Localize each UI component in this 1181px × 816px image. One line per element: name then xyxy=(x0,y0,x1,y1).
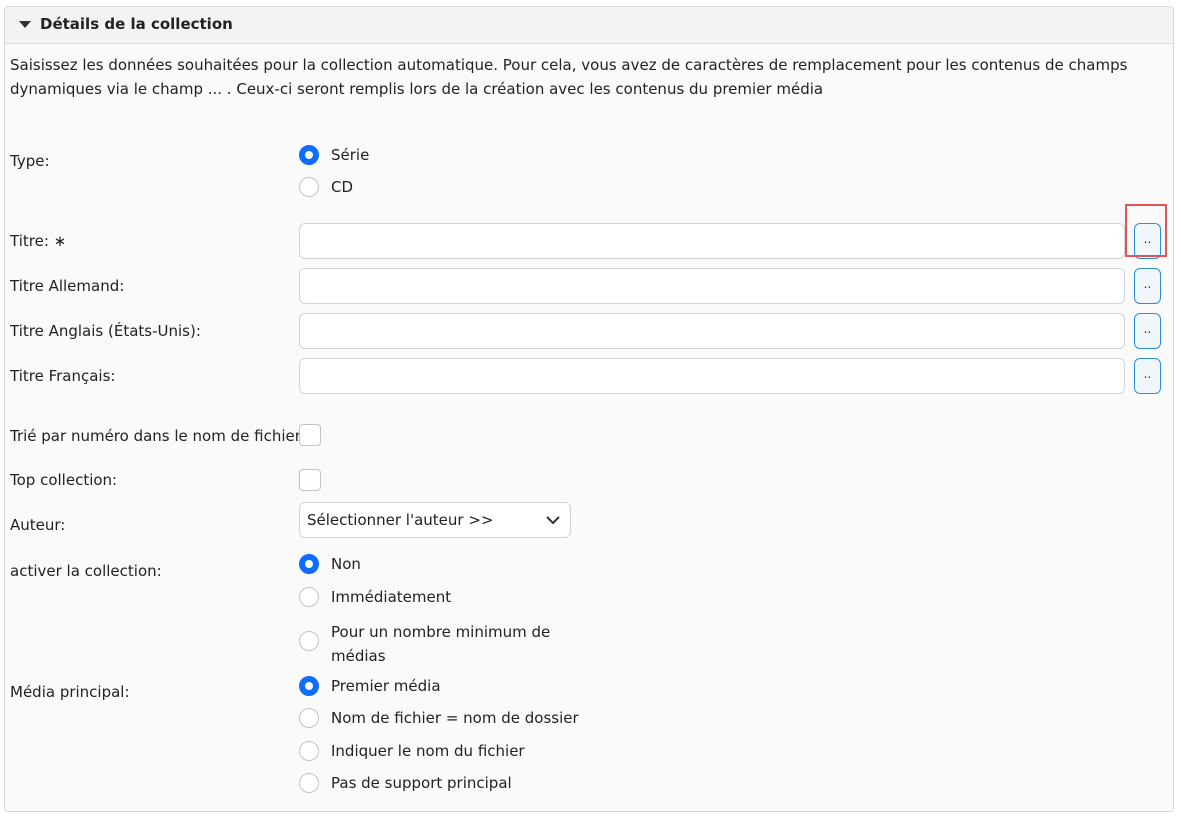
radio-button[interactable] xyxy=(299,741,319,761)
activate-option-immediate[interactable]: Immédiatement xyxy=(299,587,452,609)
title-en-input[interactable] xyxy=(299,313,1125,349)
radio-button[interactable] xyxy=(299,587,319,607)
panel-header[interactable]: Détails de la collection xyxy=(5,7,1173,44)
title-fr-placeholder-button[interactable]: .. xyxy=(1134,358,1161,394)
radio-button[interactable] xyxy=(299,773,319,793)
type-option-cd[interactable]: CD xyxy=(299,177,354,199)
radio-button[interactable] xyxy=(299,554,319,574)
radio-button[interactable] xyxy=(299,177,319,197)
title-de-placeholder-button[interactable]: .. xyxy=(1134,268,1161,304)
title-fr-label: Titre Français: xyxy=(10,367,116,385)
type-label: Type: xyxy=(10,152,50,170)
radio-button[interactable] xyxy=(299,145,319,165)
title-input[interactable] xyxy=(299,223,1125,259)
radio-label-line: Pour un nombre minimum de xyxy=(331,623,551,641)
title-de-input[interactable] xyxy=(299,268,1125,304)
title-label: Titre: ∗ xyxy=(10,232,67,250)
caret-down-icon[interactable] xyxy=(19,21,31,28)
type-option-serie[interactable]: Série xyxy=(299,145,370,167)
activate-label: activer la collection: xyxy=(10,562,162,580)
activate-option-minimum[interactable]: Pour un nombre minimum de médias xyxy=(299,623,550,668)
title-de-label: Titre Allemand: xyxy=(10,277,125,295)
radio-label: Nom de fichier = nom de dossier xyxy=(331,709,579,727)
radio-label-line: médias xyxy=(331,647,386,665)
author-select-value: Sélectionner l'auteur >> xyxy=(307,511,494,529)
radio-button[interactable] xyxy=(299,676,319,696)
media-option-none[interactable]: Pas de support principal xyxy=(299,773,512,795)
radio-label: CD xyxy=(331,178,354,196)
radio-label: Non xyxy=(331,555,361,573)
panel-description: Saisissez les données souhaitées pour la… xyxy=(10,56,1128,98)
radio-button[interactable] xyxy=(299,708,319,728)
media-option-filename-folder[interactable]: Nom de fichier = nom de dossier xyxy=(299,708,579,730)
media-label: Média principal: xyxy=(10,683,130,701)
title-fr-input[interactable] xyxy=(299,358,1125,394)
author-select[interactable]: Sélectionner l'auteur >> xyxy=(299,502,571,538)
panel-title: Détails de la collection xyxy=(40,15,233,33)
radio-label: Immédiatement xyxy=(331,588,452,606)
media-option-specify-filename[interactable]: Indiquer le nom du fichier xyxy=(299,741,525,763)
highlight-box xyxy=(1125,204,1167,257)
radio-label: Indiquer le nom du fichier xyxy=(331,742,525,760)
activate-option-non[interactable]: Non xyxy=(299,554,361,576)
collection-details-panel: Détails de la collection xyxy=(4,6,1174,812)
top-collection-checkbox[interactable] xyxy=(299,469,321,491)
radio-label: Premier média xyxy=(331,677,441,695)
title-en-placeholder-button[interactable]: .. xyxy=(1134,313,1161,349)
media-option-first[interactable]: Premier média xyxy=(299,676,441,698)
top-collection-label: Top collection: xyxy=(10,471,118,489)
sorted-label: Trié par numéro dans le nom de fichier: xyxy=(10,427,306,445)
radio-label: Série xyxy=(331,146,370,164)
title-en-label: Titre Anglais (États-Unis): xyxy=(10,322,201,340)
chevron-down-icon xyxy=(546,516,560,525)
radio-button[interactable] xyxy=(299,631,319,651)
sorted-checkbox[interactable] xyxy=(299,424,321,446)
radio-label: Pas de support principal xyxy=(331,774,512,792)
radio-label: Pour un nombre minimum de médias xyxy=(331,620,550,668)
author-label: Auteur: xyxy=(10,516,66,534)
